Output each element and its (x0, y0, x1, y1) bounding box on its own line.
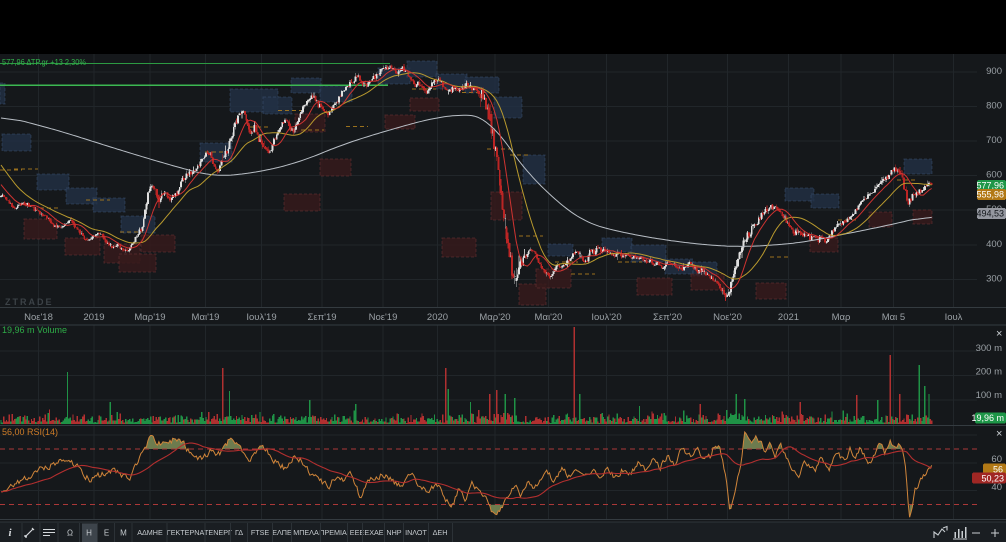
svg-text:Ε: Ε (104, 529, 109, 538)
svg-text:ΜΠΕΛΑ: ΜΠΕΛΑ (293, 528, 319, 537)
svg-text:Σεπ'19: Σεπ'19 (307, 312, 336, 323)
svg-text:700: 700 (986, 135, 1002, 146)
svg-text:×: × (996, 428, 1002, 440)
svg-text:Ιουλ: Ιουλ (945, 312, 963, 323)
svg-text:ΤΕΝΕΡΓ: ΤΕΝΕΡΓ (204, 528, 232, 537)
svg-text:600: 600 (986, 170, 1002, 181)
svg-text:50,23: 50,23 (981, 473, 1004, 483)
svg-text:Μαρ: Μαρ (832, 312, 851, 323)
svg-text:ΕΧΑΕ: ΕΧΑΕ (364, 528, 383, 537)
svg-text:ΝΗΡ: ΝΗΡ (386, 528, 401, 537)
svg-text:ΓΕΚΤΕΡΝΑ: ΓΕΚΤΕΡΝΑ (167, 528, 205, 537)
svg-text:494,53: 494,53 (976, 209, 1004, 219)
svg-text:ΙΝΛΟΤ: ΙΝΛΟΤ (405, 528, 427, 537)
svg-text:40: 40 (991, 482, 1002, 493)
svg-text:2019: 2019 (83, 312, 104, 323)
svg-text:ΓΔ: ΓΔ (235, 528, 243, 537)
svg-text:×: × (996, 328, 1002, 340)
svg-text:555,98: 555,98 (976, 190, 1004, 200)
svg-text:100 m: 100 m (976, 390, 1002, 401)
svg-text:577,96 ΔΤΡ.gr +13 2,30%: 577,96 ΔΤΡ.gr +13 2,30% (2, 58, 86, 67)
svg-text:Μαι 5: Μαι 5 (882, 312, 905, 323)
svg-text:ZTRADE: ZTRADE (5, 297, 54, 307)
svg-text:ΕΛΠΕ: ΕΛΠΕ (272, 528, 292, 537)
svg-text:2020: 2020 (427, 312, 448, 323)
svg-text:2021: 2021 (778, 312, 799, 323)
svg-text:Ω: Ω (67, 529, 73, 538)
svg-text:Νοε'19: Νοε'19 (369, 312, 398, 323)
svg-text:19,96 m Volume: 19,96 m Volume (2, 325, 67, 335)
svg-text:Νοε'20: Νοε'20 (713, 312, 742, 323)
svg-text:300 m: 300 m (976, 343, 1002, 354)
svg-text:Η: Η (86, 529, 92, 538)
svg-text:56,00 RSI(14): 56,00 RSI(14) (2, 427, 58, 437)
svg-text:300: 300 (986, 273, 1002, 284)
svg-text:Μαρ'20: Μαρ'20 (479, 312, 510, 323)
svg-text:Μ: Μ (120, 529, 127, 538)
svg-text:ΑΔΜΗΕ: ΑΔΜΗΕ (137, 528, 163, 537)
svg-text:Ιουλ'20: Ιουλ'20 (591, 312, 621, 323)
svg-text:900: 900 (986, 66, 1002, 77)
svg-text:ΔΕΗ: ΔΕΗ (433, 528, 448, 537)
svg-text:Σεπ'20: Σεπ'20 (653, 312, 682, 323)
svg-text:200 m: 200 m (976, 367, 1002, 378)
svg-text:Μαι'19: Μαι'19 (192, 312, 220, 323)
svg-text:Μαι'20: Μαι'20 (535, 312, 563, 323)
svg-text:Ιουλ'19: Ιουλ'19 (246, 312, 276, 323)
svg-text:400: 400 (986, 239, 1002, 250)
svg-text:Νοε'18: Νοε'18 (24, 312, 53, 323)
svg-text:FTSE: FTSE (251, 528, 270, 537)
svg-text:ΠΡΕΜΙΑ: ΠΡΕΜΙΑ (319, 528, 347, 537)
svg-text:19,96 m: 19,96 m (971, 413, 1004, 423)
svg-text:Μαρ'19: Μαρ'19 (134, 312, 165, 323)
svg-text:800: 800 (986, 101, 1002, 112)
